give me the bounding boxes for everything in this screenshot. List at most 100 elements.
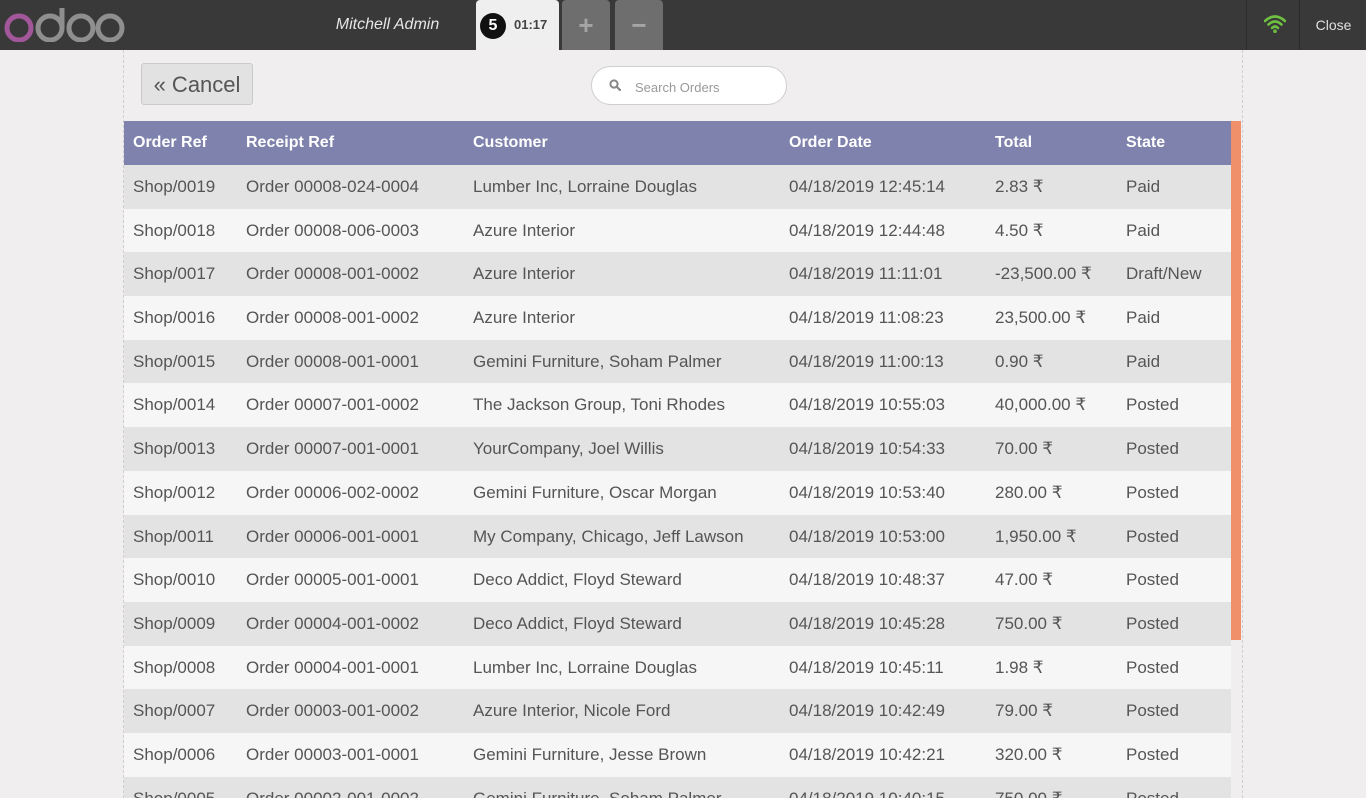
state-cell: Paid [1126,351,1161,371]
state-cell: Posted [1126,570,1179,590]
state-cell: Posted [1126,744,1179,764]
customer-cell: Gemini Furniture, Oscar Morgan [473,482,717,502]
cashier-name[interactable]: Mitchell Admin [300,0,475,50]
table-row[interactable]: Shop/0019 Order 00008-024-0004 Lumber Inc,… [124,165,1231,209]
total-cell: 23,500.00 ₹ [995,308,1087,328]
remove-order-button[interactable]: − [615,0,663,50]
column-header-order-ref: Order Ref [133,134,207,151]
orders-table: Order Ref Receipt Ref Customer Order Dat… [124,121,1231,798]
order-ref-cell: Shop/0018 [133,220,216,240]
receipt-ref-cell: Order 00003-001-0001 [246,744,419,764]
order-ref-cell: Shop/0010 [133,570,216,590]
total-cell: 70.00 ₹ [995,439,1054,459]
total-cell: 47.00 ₹ [995,570,1054,590]
table-row[interactable]: Shop/0013 Order 00007-001-0001 YourCompany… [124,427,1231,471]
order-ref-cell: Shop/0014 [133,395,216,415]
total-cell: 750.00 ₹ [995,613,1063,633]
total-cell: 79.00 ₹ [995,701,1054,721]
customer-cell: Gemini Furniture, Soham Palmer [473,777,721,798]
add-order-button[interactable]: + [562,0,610,50]
customer-cell: Azure Interior, Nicole Ford [473,701,671,721]
wifi-icon [1264,15,1286,33]
order-date-cell: 04/18/2019 10:45:28 [789,613,945,633]
odoo-logo [4,8,125,42]
order-date-cell: 04/18/2019 10:45:11 [789,657,944,677]
table-row[interactable]: Shop/0014 Order 00007-001-0002 The Jackson… [124,383,1231,428]
order-date-cell: 04/18/2019 10:55:03 [789,395,945,415]
customer-cell: Deco Addict, Floyd Steward [473,613,682,633]
order-ref-cell: Shop/0005 [133,777,215,798]
customer-cell: Azure Interior [473,308,576,328]
state-cell: Posted [1126,395,1179,415]
order-ref-cell: Shop/0019 [133,177,216,196]
table-row[interactable]: Shop/0012 Order 00006-002-0002 Gemini Furn… [124,470,1231,515]
order-date-cell: 04/18/2019 10:48:37 [789,570,945,590]
state-cell: Posted [1126,526,1179,546]
total-cell: 320.00 ₹ [995,744,1063,764]
order-ref-cell: Shop/0015 [133,351,216,371]
state-cell: Posted [1126,613,1179,633]
receipt-ref-cell: Order 00006-001-0001 [246,526,419,546]
order-ref-cell: Shop/0008 [133,657,216,677]
total-cell: -23,500.00 ₹ [995,264,1092,284]
table-row[interactable]: Shop/0011 Order 00006-001-0001 My Company,… [124,514,1231,559]
table-row[interactable]: Shop/0010 Order 00005-001-0001 Deco Addict… [124,558,1231,602]
state-cell: Paid [1126,308,1161,328]
customer-cell: Azure Interior [473,220,576,240]
total-cell: 4.50 ₹ [995,220,1044,240]
search-orders-box[interactable] [591,66,787,105]
customer-cell: Gemini Furniture, Jesse Brown [473,744,707,764]
order-number-badge: 5 [480,13,506,39]
receipt-ref-cell: Order 00004-001-0002 [246,613,419,633]
receipt-ref-cell: Order 00007-001-0002 [246,395,419,415]
column-header-order-date: Order Date [789,134,872,151]
table-row[interactable]: Shop/0018 Order 00008-006-0003 Azure Inter… [124,208,1231,253]
total-cell: 2.83 ₹ [995,177,1044,196]
customer-cell: YourCompany, Joel Willis [473,439,664,459]
customer-cell: Gemini Furniture, Soham Palmer [473,351,722,371]
receipt-ref-cell: Order 00007-001-0001 [246,439,419,459]
table-row[interactable]: Shop/0006 Order 00003-001-0001 Gemini Furn… [124,732,1231,777]
pos-topbar: Mitchell Admin 5 01:17 + − Close [0,0,1366,50]
table-row[interactable]: Shop/0008 Order 00004-001-0001 Lumber Inc,… [124,645,1231,690]
table-row[interactable]: Shop/0017 Order 00008-001-0002 Azure Inter… [124,252,1231,297]
order-date-cell: 04/18/2019 12:45:14 [789,177,945,196]
order-ref-cell: Shop/0017 [133,264,216,284]
table-row[interactable]: Shop/0005 Order 00002-001-0002 Gemini Furn… [124,776,1231,798]
table-row[interactable]: Shop/0015 Order 00008-001-0001 Gemini Furn… [124,339,1231,384]
column-header-customer: Customer [473,134,548,151]
state-cell: Paid [1126,220,1161,240]
search-orders-input[interactable] [633,76,777,98]
order-ref-cell: Shop/0009 [133,613,216,633]
total-cell: 280.00 ₹ [995,482,1063,502]
customer-cell: Deco Addict, Floyd Steward [473,570,682,590]
order-tab[interactable]: 5 01:17 [476,0,559,50]
connection-status[interactable] [1246,0,1299,50]
table-scrollbar[interactable] [1231,121,1241,640]
customer-cell: The Jackson Group, Toni Rhodes [473,395,725,415]
state-cell: Paid [1126,177,1161,196]
order-time: 01:17 [514,17,548,32]
order-date-cell: 04/18/2019 11:08:23 [789,308,944,328]
order-ref-cell: Shop/0006 [133,744,216,764]
table-row[interactable]: Shop/0007 Order 00003-001-0002 Azure Inter… [124,689,1231,733]
cancel-button[interactable]: « Cancel [141,63,253,105]
order-date-cell: 04/18/2019 10:42:21 [789,744,945,764]
receipt-ref-cell: Order 00003-001-0002 [246,701,419,721]
table-row[interactable]: Shop/0009 Order 00004-001-0002 Deco Addict… [124,601,1231,646]
order-date-cell: 04/18/2019 11:11:01 [789,264,943,284]
state-cell: Posted [1126,777,1179,798]
total-cell: 40,000.00 ₹ [995,395,1087,415]
receipt-ref-cell: Order 00004-001-0001 [246,657,419,677]
customer-cell: My Company, Chicago, Jeff Lawson [473,526,744,546]
close-button[interactable]: Close [1299,0,1366,50]
receipt-ref-cell: Order 00002-001-0002 [246,777,419,798]
state-cell: Draft/New [1126,264,1202,284]
column-header-total: Total [995,134,1033,151]
customer-cell: Lumber Inc, Lorraine Douglas [473,177,697,196]
order-date-cell: 04/18/2019 10:54:33 [789,439,945,459]
state-cell: Posted [1126,482,1179,502]
receipt-ref-cell: Order 00008-001-0002 [246,264,419,284]
order-date-cell: 04/18/2019 10:40:15 [789,777,945,798]
table-row[interactable]: Shop/0016 Order 00008-001-0002 Azure Inter… [124,296,1231,340]
